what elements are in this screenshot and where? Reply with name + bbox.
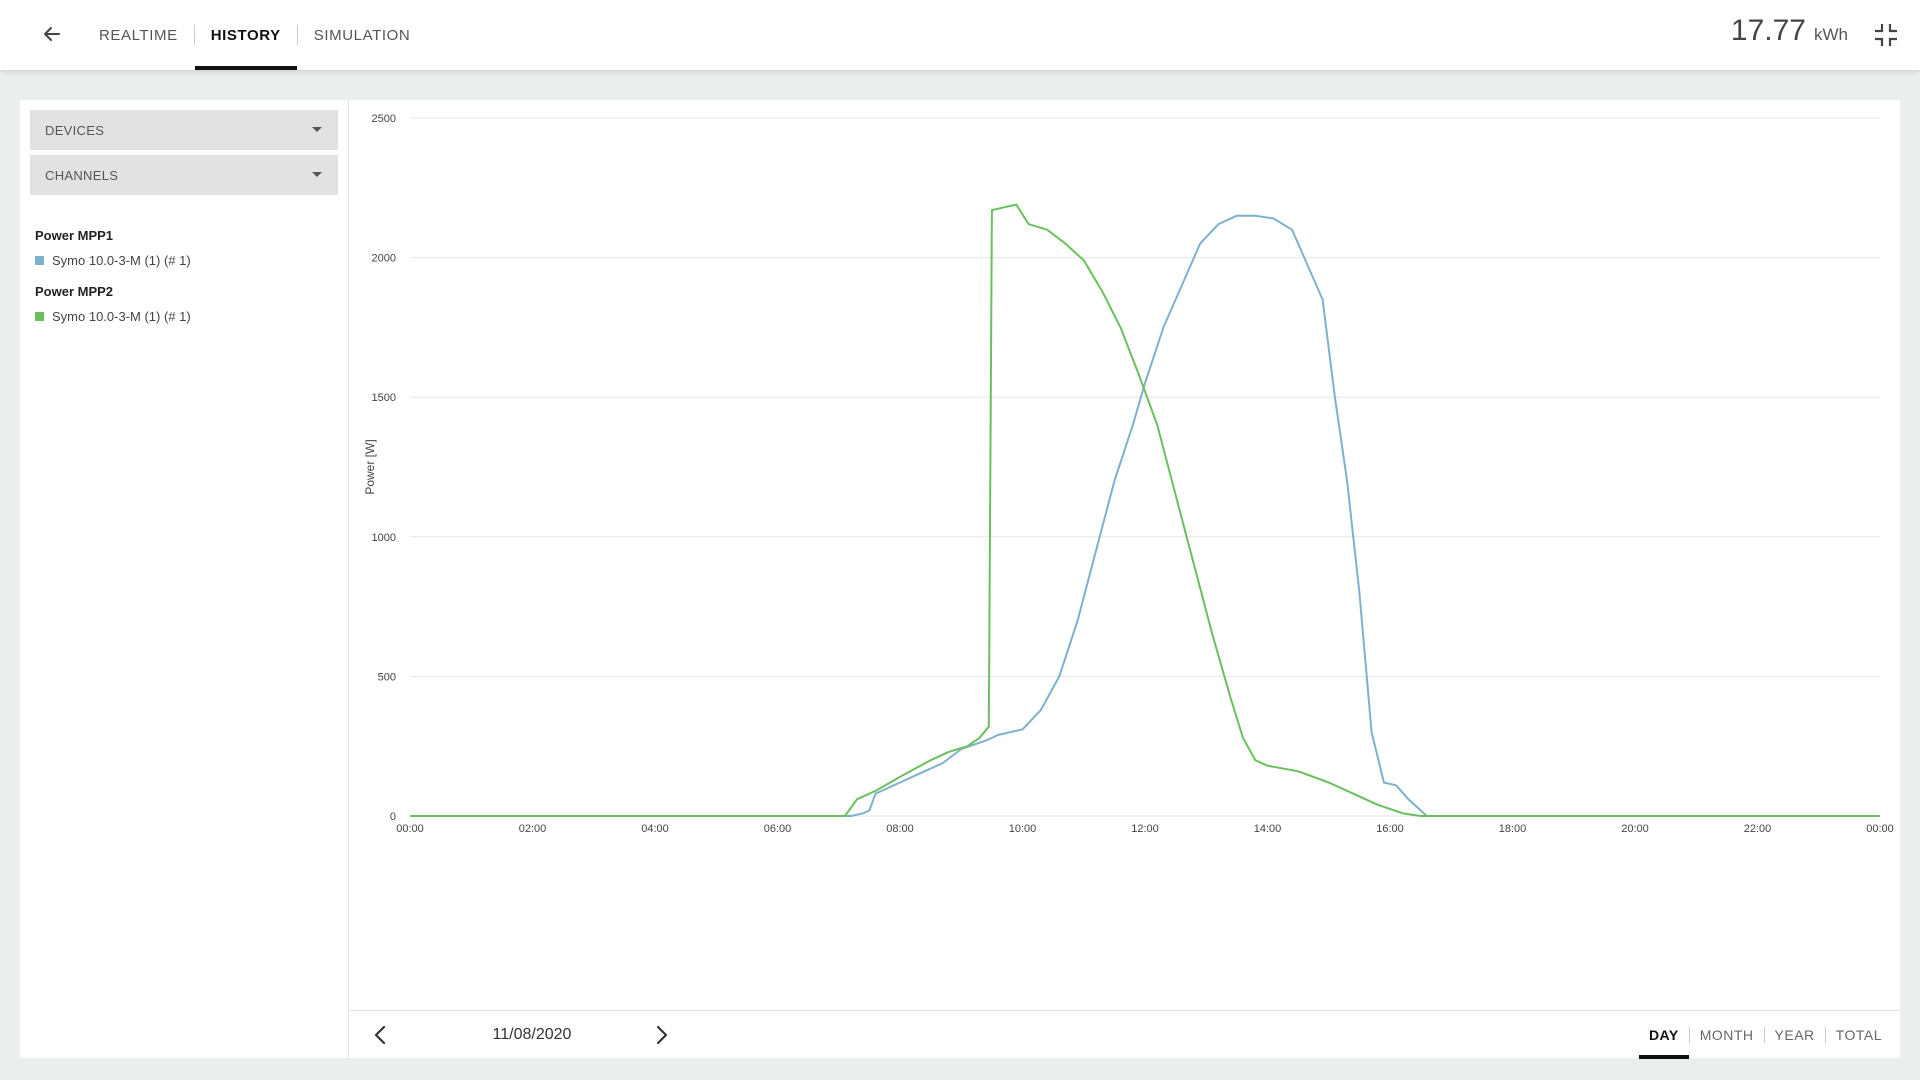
y-tick-label: 0 <box>390 811 396 823</box>
energy-total: 17.77 kWh <box>1731 14 1848 54</box>
channels-dropdown[interactable]: CHANNELS <box>30 155 338 195</box>
period-tabs: DAY MONTH YEAR TOTAL <box>1638 1011 1892 1059</box>
y-tick-label: 1500 <box>372 392 396 404</box>
x-tick-label: 22:00 <box>1744 823 1772 835</box>
legend-group-mpp2: Power MPP2 Symo 10.0-3-M (1) (# 1) <box>35 284 191 324</box>
date-label[interactable]: 11/08/2020 <box>432 1023 632 1047</box>
x-tick-label: 10:00 <box>1009 823 1037 835</box>
x-tick-label: 04:00 <box>641 823 669 835</box>
period-year[interactable]: YEAR <box>1765 1011 1825 1059</box>
caret-down-icon <box>312 127 322 132</box>
legend-group-mpp1: Power MPP1 Symo 10.0-3-M (1) (# 1) <box>35 228 191 268</box>
x-tick-label: 00:00 <box>1866 823 1894 835</box>
tab-realtime[interactable]: REALTIME <box>83 0 194 70</box>
legend-item-label: Symo 10.0-3-M (1) (# 1) <box>52 253 191 268</box>
period-day[interactable]: DAY <box>1638 1011 1689 1059</box>
y-tick-label: 1000 <box>372 532 396 544</box>
tab-label: HISTORY <box>210 26 281 44</box>
sidebar: DEVICES CHANNELS Power MPP1 Symo 10.0-3-… <box>20 100 349 1058</box>
x-tick-label: 18:00 <box>1499 823 1527 835</box>
legend-swatch <box>35 312 44 321</box>
chevron-left-icon <box>374 1025 386 1045</box>
y-axis-label: Power [W] <box>363 439 377 494</box>
x-tick-label: 06:00 <box>764 823 792 835</box>
period-month[interactable]: MONTH <box>1690 1011 1764 1059</box>
tab-label: REALTIME <box>99 26 178 44</box>
legend-item-mpp1[interactable]: Symo 10.0-3-M (1) (# 1) <box>35 253 191 268</box>
history-card: DEVICES CHANNELS Power MPP1 Symo 10.0-3-… <box>20 100 1900 1059</box>
chart-legend: Power MPP1 Symo 10.0-3-M (1) (# 1) Power… <box>35 228 191 340</box>
x-tick-label: 00:00 <box>396 823 424 835</box>
caret-down-icon <box>312 172 322 177</box>
legend-swatch <box>35 256 44 265</box>
collapse-button[interactable] <box>1872 21 1900 49</box>
period-total[interactable]: TOTAL <box>1826 1011 1892 1059</box>
y-tick-label: 2000 <box>372 253 396 265</box>
power-chart: 0 500 1000 1500 2000 2500 00:00 02:00 04:00 06:00… <box>363 113 1894 835</box>
y-tick-label: 500 <box>378 671 396 683</box>
y-tick-label: 2500 <box>372 113 396 125</box>
series-line-1 <box>410 214 1880 817</box>
x-tick-label: 16:00 <box>1376 823 1404 835</box>
x-tick-label: 08:00 <box>886 823 914 835</box>
devices-label: DEVICES <box>45 122 105 138</box>
tab-simulation[interactable]: SIMULATION <box>298 0 427 70</box>
legend-item-label: Symo 10.0-3-M (1) (# 1) <box>52 309 191 324</box>
top-bar: REALTIME HISTORY SIMULATION 17.77 kWh <box>0 0 1920 70</box>
legend-title: Power MPP1 <box>35 228 114 243</box>
previous-day-button[interactable] <box>368 1023 392 1047</box>
x-tick-label: 02:00 <box>519 823 547 835</box>
x-tick-label: 20:00 <box>1621 823 1649 835</box>
arrow-left-icon <box>44 27 60 41</box>
legend-title: Power MPP2 <box>35 284 114 299</box>
tab-label: SIMULATION <box>313 26 411 44</box>
chart-area: 0 500 1000 1500 2000 2500 00:00 02:00 04:00 06:00… <box>350 100 1900 1010</box>
period-label: YEAR <box>1774 1027 1815 1043</box>
chart-footer: 11/08/2020 DAY MONTH YEAR TOTAL <box>350 1010 1900 1059</box>
period-label: TOTAL <box>1835 1027 1882 1043</box>
view-tabs: REALTIME HISTORY SIMULATION <box>83 0 426 70</box>
period-label: DAY <box>1648 1027 1679 1043</box>
x-tick-label: 12:00 <box>1131 823 1159 835</box>
collapse-fullscreen-icon <box>1875 24 1897 46</box>
channels-label: CHANNELS <box>45 167 119 183</box>
x-tick-label: 14:00 <box>1254 823 1282 835</box>
tab-history[interactable]: HISTORY <box>194 0 297 70</box>
next-day-button[interactable] <box>650 1023 674 1047</box>
back-button[interactable] <box>36 18 68 50</box>
legend-item-mpp2[interactable]: Symo 10.0-3-M (1) (# 1) <box>35 309 191 324</box>
chevron-right-icon <box>656 1025 668 1045</box>
energy-unit: kWh <box>1814 25 1848 44</box>
devices-dropdown[interactable]: DEVICES <box>30 110 338 150</box>
period-label: MONTH <box>1699 1027 1754 1043</box>
energy-value: 17.77 <box>1730 14 1806 47</box>
series-line-2 <box>410 203 1880 817</box>
